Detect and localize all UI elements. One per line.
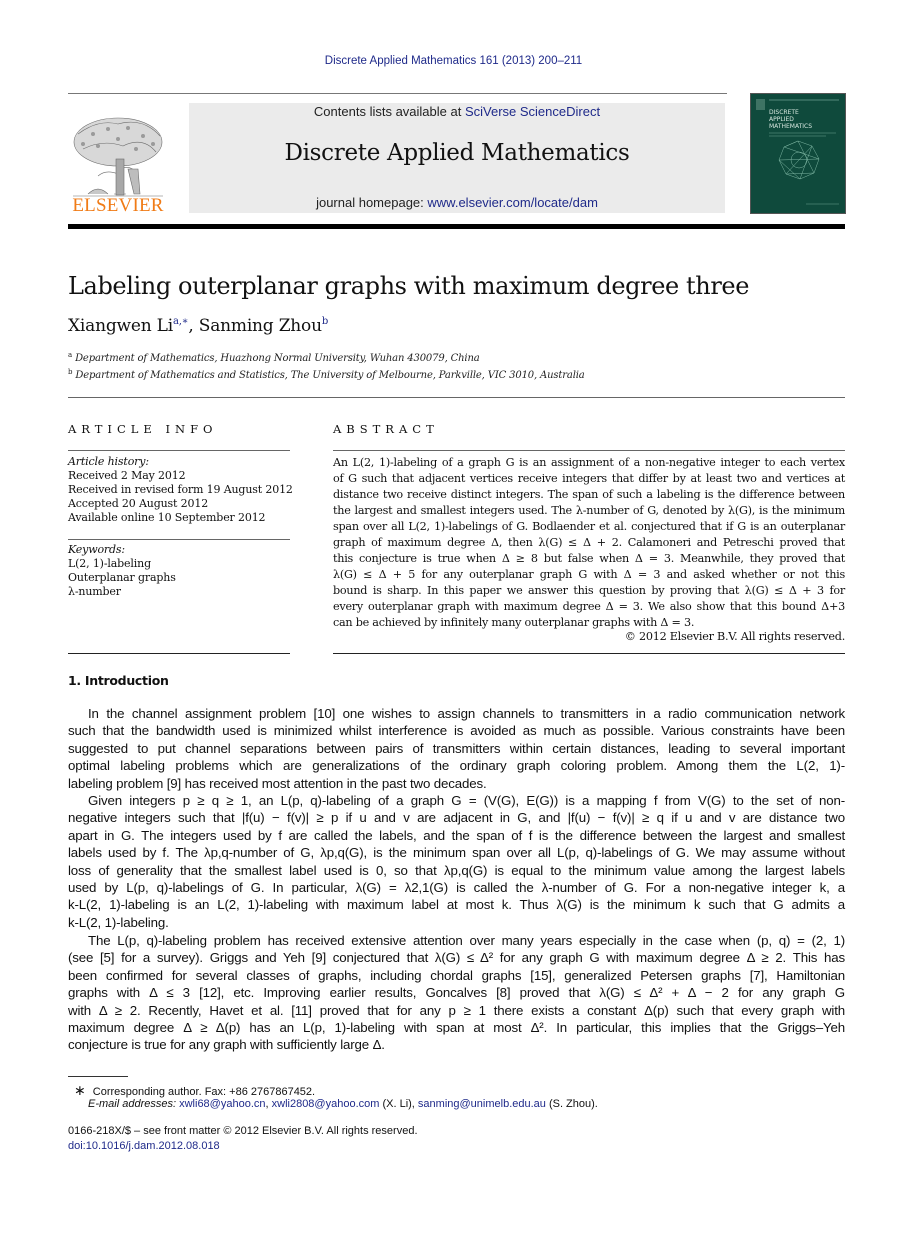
- cover-artwork-icon: DISCRETE APPLIED MATHEMATICS: [756, 99, 839, 205]
- affiliation: a Department of Mathematics, Huazhong No…: [68, 351, 480, 364]
- email-label: E-mail addresses:: [88, 1098, 177, 1110]
- section-heading: 1. Introduction: [68, 673, 169, 688]
- asterisk-mark: ∗: [74, 1082, 86, 1098]
- article-title: Labeling outerplanar graphs with maximum…: [68, 272, 750, 300]
- history-label: Article history:: [68, 455, 149, 468]
- paragraph-line: conjecture is true for any graph with su…: [68, 1037, 385, 1053]
- email-suffix: (X. Li),: [379, 1098, 418, 1110]
- history-item: Received in revised form 19 August 2012: [68, 483, 293, 496]
- affiliation-mark: a: [68, 351, 73, 359]
- abstract-line: the largest and smallest integers used. …: [333, 504, 845, 517]
- affiliation: b Department of Mathematics and Statisti…: [68, 368, 585, 381]
- history-item: Accepted 20 August 2012: [68, 497, 209, 510]
- email-footnote: E-mail addresses: xwli68@yahoo.cn, xwli2…: [88, 1098, 598, 1110]
- paragraph-line: negative integers such that |f(u) − f(v)…: [68, 810, 845, 826]
- paragraph-line: suggested to put channel separations bet…: [68, 740, 845, 756]
- journal-title: Discrete Applied Mathematics: [284, 140, 630, 166]
- paragraph-line: apart in G. The integers used by f are c…: [68, 827, 845, 843]
- author-name[interactable]: Xiangwen Li: [68, 316, 173, 336]
- cover-title-line: APPLIED: [769, 116, 794, 123]
- affiliation-mark: b: [68, 368, 73, 376]
- abstract-rule: [333, 653, 845, 654]
- abstract-line: distance two receive distinct integers. …: [333, 488, 845, 501]
- abstract-line: graph of maximum degree Δ, then λ(G) ≤ Δ…: [333, 536, 845, 549]
- footnote-rule: [68, 1076, 128, 1077]
- author-list: Xiangwen Lia,∗, Sanming Zhoub: [68, 316, 328, 336]
- paragraph-line: Given integers p ≥ q ≥ 1, an L(p, q)-lab…: [88, 793, 845, 808]
- header-thick-rule: [68, 224, 845, 229]
- contents-prefix: Contents lists available at: [313, 104, 465, 119]
- cover-title-line: DISCRETE: [769, 109, 799, 116]
- paragraph-line: used by L(p, q)-labelings of G. In parti…: [68, 880, 845, 895]
- paragraph-line: labeling problem [9] has received most a…: [68, 775, 487, 791]
- keyword[interactable]: L(2, 1)-labeling: [68, 557, 151, 571]
- paragraph-line: labels used by f. The λp,q-number of G, …: [68, 845, 845, 861]
- abstract-line: bound is sharp. In this paper we answer …: [333, 584, 845, 597]
- cover-title-line: MATHEMATICS: [769, 123, 812, 130]
- author-name[interactable]: Sanming Zhou: [199, 316, 322, 336]
- paragraph-line: (see [5] for a survey). Griggs and Yeh […: [68, 950, 845, 966]
- journal-homepage: journal homepage: www.elsevier.com/locat…: [189, 195, 725, 210]
- journal-reference[interactable]: Discrete Applied Mathematics 161 (2013) …: [0, 55, 907, 67]
- paragraph-line: k-L(2, 1)-labeling is an L(2, 1)-labelin…: [68, 897, 845, 913]
- paragraph-line: maximum degree Δ ≥ Δ(p) has an L(p, 1)-l…: [68, 1020, 845, 1035]
- elsevier-wordmark[interactable]: ELSEVIER: [68, 195, 168, 217]
- paragraph-line: In the channel assignment problem [10] o…: [88, 706, 845, 721]
- article-info-heading: ARTICLE INFO: [68, 422, 218, 436]
- email-suffix: (S. Zhou).: [545, 1098, 598, 1110]
- abstract-heading: ABSTRACT: [333, 422, 439, 436]
- abstract-line: of G such that adjacent vertices receive…: [333, 472, 845, 485]
- article-info-rule: [68, 539, 290, 540]
- keyword[interactable]: λ-number: [68, 585, 121, 599]
- affiliation-text: Department of Mathematics, Huazhong Norm…: [75, 353, 480, 364]
- paragraph-line: with Δ ≥ 2. Recently, Havet et al. [11] …: [68, 1002, 845, 1018]
- article-info-rule: [68, 653, 290, 654]
- homepage-prefix: journal homepage:: [316, 195, 428, 210]
- abstract-copyright: © 2012 Elsevier B.V. All rights reserved…: [624, 630, 846, 643]
- keywords-label: Keywords:: [68, 543, 125, 556]
- keyword[interactable]: Outerplanar graphs: [68, 571, 176, 585]
- email-link[interactable]: xwli2808@yahoo.com: [272, 1098, 380, 1110]
- author-separator: ,: [188, 316, 199, 336]
- journal-cover-thumbnail[interactable]: DISCRETE APPLIED MATHEMATICS: [750, 93, 846, 214]
- paragraph-line: loss of generality that the smallest lab…: [68, 862, 845, 878]
- paragraph-line: optimal labeling problems which are gene…: [68, 758, 845, 774]
- email-link[interactable]: xwli68@yahoo.cn: [179, 1098, 265, 1110]
- abstract-line: λ(G) ≤ Δ + 5 for any outerplanar graph G…: [333, 568, 845, 581]
- header-rule: [68, 93, 727, 94]
- abstract-line: this conjecture is true when Δ ≥ 8 but f…: [333, 552, 845, 565]
- contents-availability: Contents lists available at SciVerse Sci…: [189, 104, 725, 119]
- abstract-line: span over all L(2, 1)-labelings of G. Bo…: [333, 520, 845, 533]
- abstract-line: An L(2, 1)-labeling of a graph G is an a…: [333, 456, 845, 469]
- paragraph-line: The L(p, q)-labeling problem has receive…: [88, 933, 845, 948]
- issn-line: 0166-218X/$ – see front matter © 2012 El…: [68, 1125, 418, 1137]
- article-info-rule: [68, 450, 290, 451]
- history-item: Received 2 May 2012: [68, 469, 186, 482]
- history-item: Available online 10 September 2012: [68, 511, 266, 524]
- paragraph-line: such that the bandwidth used is minimize…: [68, 723, 845, 739]
- corresponding-text: Corresponding author. Fax: +86 276786745…: [92, 1086, 316, 1098]
- email-link[interactable]: sanming@unimelb.edu.au: [418, 1098, 546, 1110]
- doi-link[interactable]: doi:10.1016/j.dam.2012.08.018: [68, 1140, 220, 1152]
- homepage-link[interactable]: www.elsevier.com/locate/dam: [427, 195, 598, 210]
- author-marks[interactable]: a,∗: [173, 316, 189, 327]
- paragraph-line: graphs with Δ ≤ 3 [12], etc. Improving e…: [68, 985, 845, 1001]
- abstract-line: every outerplanar graph with maximum deg…: [333, 600, 845, 613]
- corresponding-footnote: ∗ Corresponding author. Fax: +86 2767867…: [74, 1082, 315, 1099]
- paragraph-line: k-L(2, 1)-labeling.: [68, 914, 169, 930]
- sciencedirect-link[interactable]: SciVerse ScienceDirect: [465, 104, 600, 119]
- section-rule: [68, 397, 845, 398]
- abstract-rule: [333, 450, 845, 451]
- author-marks[interactable]: b: [322, 316, 328, 327]
- affiliation-text: Department of Mathematics and Statistics…: [75, 370, 585, 381]
- paragraph-line: been confirmed for several classes of gr…: [68, 967, 845, 983]
